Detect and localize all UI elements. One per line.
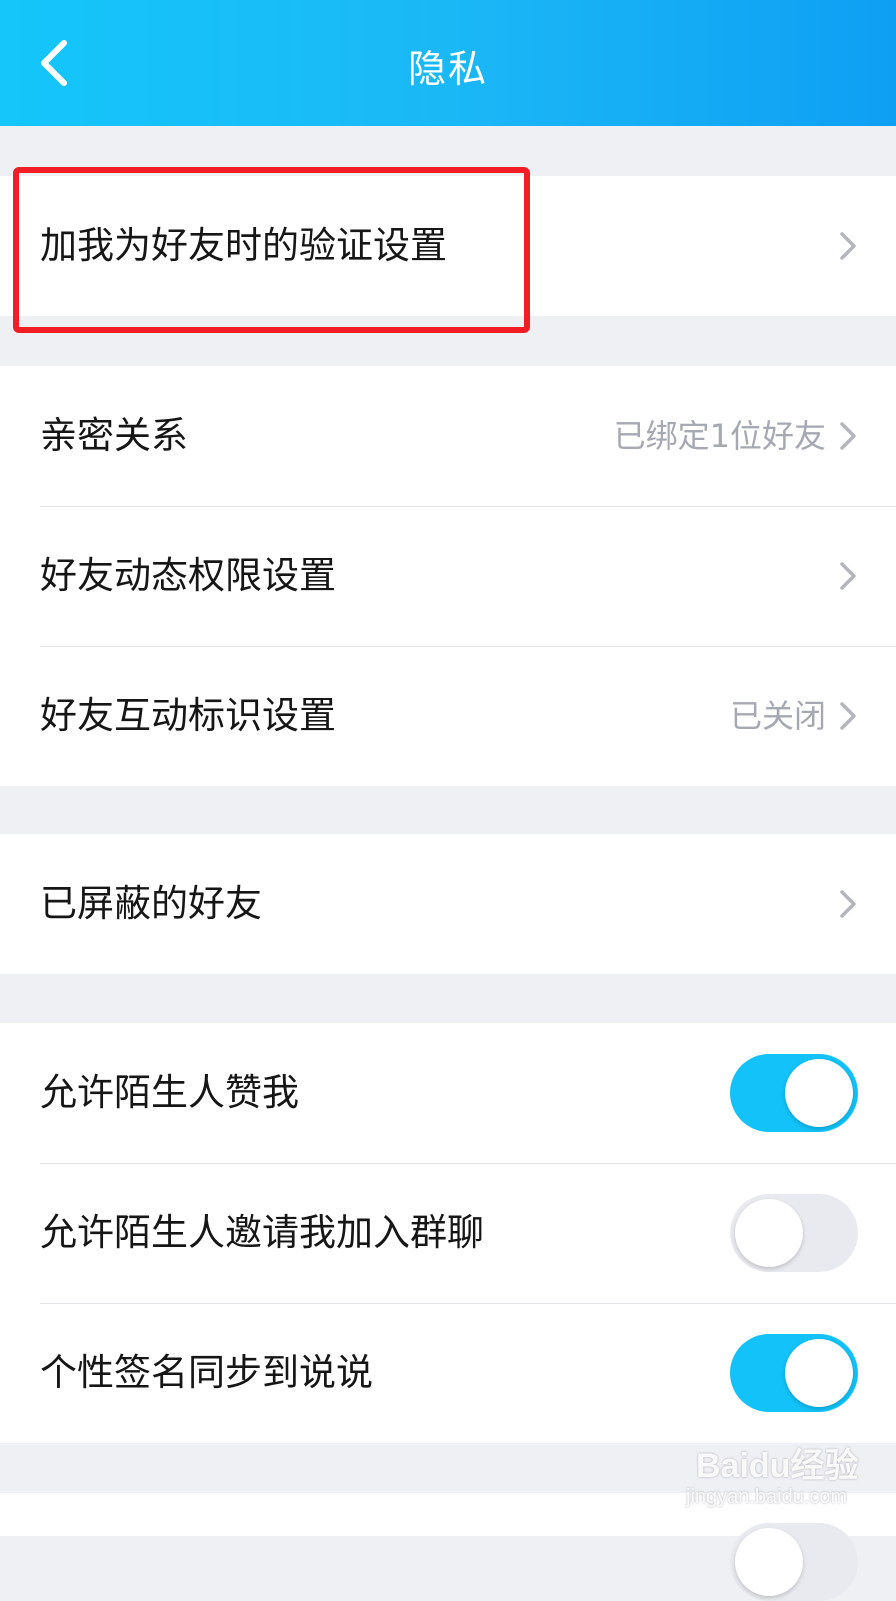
- row-label: 允许陌生人赞我: [40, 1071, 299, 1114]
- toggle-knob: [735, 1528, 803, 1596]
- row-label: 好友互动标识设置: [40, 694, 336, 737]
- chevron-right-icon: [840, 562, 856, 590]
- row-label: 允许陌生人邀请我加入群聊: [40, 1211, 484, 1254]
- row-label: 好友动态权限设置: [40, 554, 336, 597]
- sync-signature-to-moments-toggle[interactable]: [730, 1334, 858, 1412]
- friend-verification-settings-row[interactable]: 加我为好友时的验证设置: [0, 176, 896, 316]
- settings-group-blocked: 已屏蔽的好友: [0, 834, 896, 974]
- chevron-right-icon: [840, 422, 856, 450]
- blocked-friends-row[interactable]: 已屏蔽的好友: [0, 834, 896, 974]
- row-value: 已关闭: [729, 697, 826, 735]
- chevron-right-icon: [840, 702, 856, 730]
- allow-strangers-invite-group-toggle[interactable]: [730, 1194, 858, 1272]
- allow-strangers-invite-group-row: 允许陌生人邀请我加入群聊: [0, 1163, 896, 1303]
- row-label: 已屏蔽的好友: [40, 882, 262, 925]
- row-label: 加我为好友时的验证设置: [40, 224, 447, 267]
- friend-feed-permission-row[interactable]: 好友动态权限设置: [0, 506, 896, 646]
- navigation-bar: 隐私: [0, 0, 896, 126]
- page-title: 隐私: [407, 47, 488, 91]
- settings-group-verification: 加我为好友时的验证设置: [0, 176, 896, 316]
- settings-group-relationships: 亲密关系 已绑定1位好友 好友动态权限设置 好友互动标识设置 已关闭: [0, 366, 896, 786]
- toggle-knob: [785, 1059, 853, 1127]
- allow-strangers-like-toggle[interactable]: [730, 1054, 858, 1132]
- toggle-knob: [785, 1339, 853, 1407]
- sync-signature-to-moments-row: 个性签名同步到说说: [0, 1303, 896, 1443]
- watermark-url: jingyan.baidu.com: [686, 1486, 848, 1508]
- toggle-knob: [735, 1199, 803, 1267]
- friend-interaction-badge-row[interactable]: 好友互动标识设置 已关闭: [0, 646, 896, 786]
- intimate-relationship-row[interactable]: 亲密关系 已绑定1位好友: [0, 366, 896, 506]
- watermark-logo: Baidu经验: [696, 1447, 859, 1485]
- baidu-jingyan-watermark: Baidu经验 jingyan.baidu.com: [686, 1438, 866, 1518]
- settings-group-toggles: 允许陌生人赞我 允许陌生人邀请我加入群聊 个性签名同步到说说: [0, 1023, 896, 1443]
- row-value: 已绑定1位好友: [613, 417, 826, 455]
- partial-toggle[interactable]: [730, 1523, 858, 1601]
- row-label: 亲密关系: [40, 414, 188, 457]
- chevron-right-icon: [840, 890, 856, 918]
- chevron-right-icon: [840, 232, 856, 260]
- row-label: 个性签名同步到说说: [40, 1351, 373, 1394]
- allow-strangers-like-row: 允许陌生人赞我: [0, 1023, 896, 1163]
